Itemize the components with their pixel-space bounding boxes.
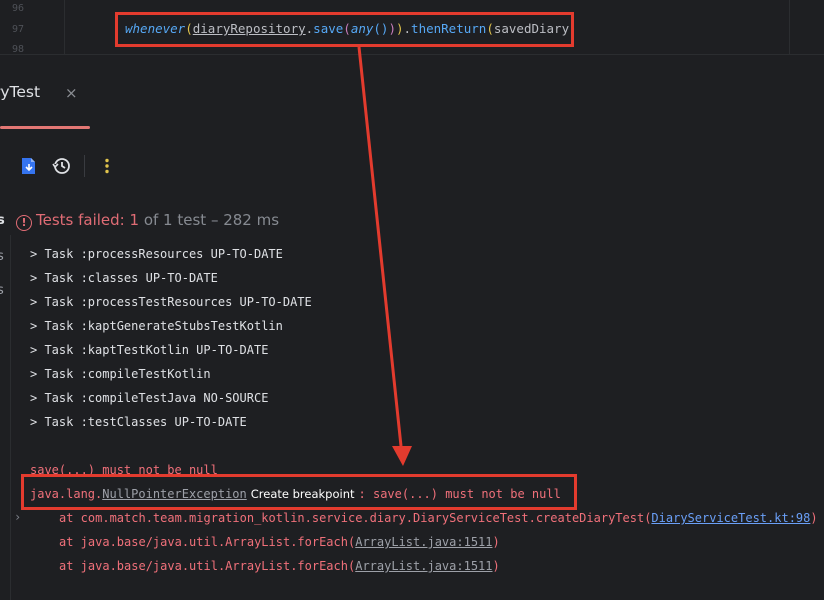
- console-line: > Task :classes UP-TO-DATE: [30, 271, 218, 285]
- editor-divider: [789, 0, 790, 54]
- source-link[interactable]: ArrayList.java:1511: [355, 559, 492, 573]
- source-link[interactable]: ArrayList.java:1511: [355, 535, 492, 549]
- run-tool-window: ryTest × s s s !Tests failed: 1 of 1: [0, 54, 824, 600]
- total-count: of 1 test: [139, 211, 207, 229]
- test-status-summary: ! Tests failed: 1 of 1 test – 282 ms: [16, 211, 279, 231]
- duration: – 282 ms: [206, 211, 280, 229]
- expand-chevron-icon[interactable]: ›: [14, 510, 21, 524]
- more-options-icon[interactable]: [97, 156, 117, 176]
- stack-frame-suffix: ): [492, 535, 500, 549]
- console-line: > Task :processTestResources UP-TO-DATE: [30, 295, 312, 309]
- tree-item-fragment[interactable]: s: [0, 249, 4, 264]
- failed-count: 1: [129, 211, 140, 229]
- stack-frame: at java.base/java.util.ArrayList.forEach…: [59, 559, 500, 573]
- line-number-gutter: 96 97 98: [0, 0, 65, 54]
- console-line: > Task :compileTestJava NO-SOURCE: [30, 391, 269, 405]
- tree-item-fragment[interactable]: s: [0, 213, 5, 228]
- status-label: Tests failed:: [36, 211, 130, 229]
- stack-frame-suffix: ): [492, 559, 500, 573]
- close-icon[interactable]: ×: [65, 84, 78, 102]
- highlight-box-code: [115, 12, 574, 47]
- stack-frame-text: at java.base/java.util.ArrayList.forEach…: [59, 559, 356, 573]
- line-number: 97: [12, 24, 25, 35]
- export-test-results-icon[interactable]: [19, 156, 39, 176]
- stack-frame: at com.match.team.migration_kotlin.servi…: [59, 511, 824, 525]
- console-line: > Task :kaptGenerateStubsTestKotlin: [30, 319, 283, 333]
- console-line: > Task :compileTestKotlin: [30, 367, 211, 381]
- line-number: 98: [12, 44, 25, 54]
- test-history-icon[interactable]: [52, 156, 72, 176]
- warning-circle-icon: !: [16, 215, 32, 231]
- tree-item-fragment[interactable]: s: [0, 283, 4, 298]
- active-tab-indicator: [0, 126, 90, 129]
- stack-frame: at java.base/java.util.ArrayList.forEach…: [59, 535, 500, 549]
- console-line: > Task :kaptTestKotlin UP-TO-DATE: [30, 343, 269, 357]
- source-link[interactable]: DiaryServiceTest.kt:98: [651, 511, 810, 525]
- toolbar-separator: [84, 155, 85, 177]
- pin-icon[interactable]: [0, 156, 12, 176]
- stack-frame-suffix: ) <: [810, 511, 818, 525]
- console-line: > Task :testClasses UP-TO-DATE: [30, 415, 247, 429]
- console-line: > Task :processResources UP-TO-DATE: [30, 247, 283, 261]
- tool-window-tabbar: ryTest ×: [0, 55, 824, 129]
- highlight-box-exception: [21, 474, 577, 510]
- console-output[interactable]: > Task :processResources UP-TO-DATE > Ta…: [10, 235, 824, 600]
- error-message-line: save(...) must not be null: [30, 463, 218, 474]
- run-tab-title[interactable]: ryTest: [0, 83, 40, 101]
- stack-frame-text: at java.base/java.util.ArrayList.forEach…: [59, 535, 356, 549]
- stack-frame-text: at com.match.team.migration_kotlin.servi…: [59, 511, 652, 525]
- line-number: 96: [12, 3, 25, 14]
- test-tree-edge[interactable]: s s s: [0, 205, 10, 305]
